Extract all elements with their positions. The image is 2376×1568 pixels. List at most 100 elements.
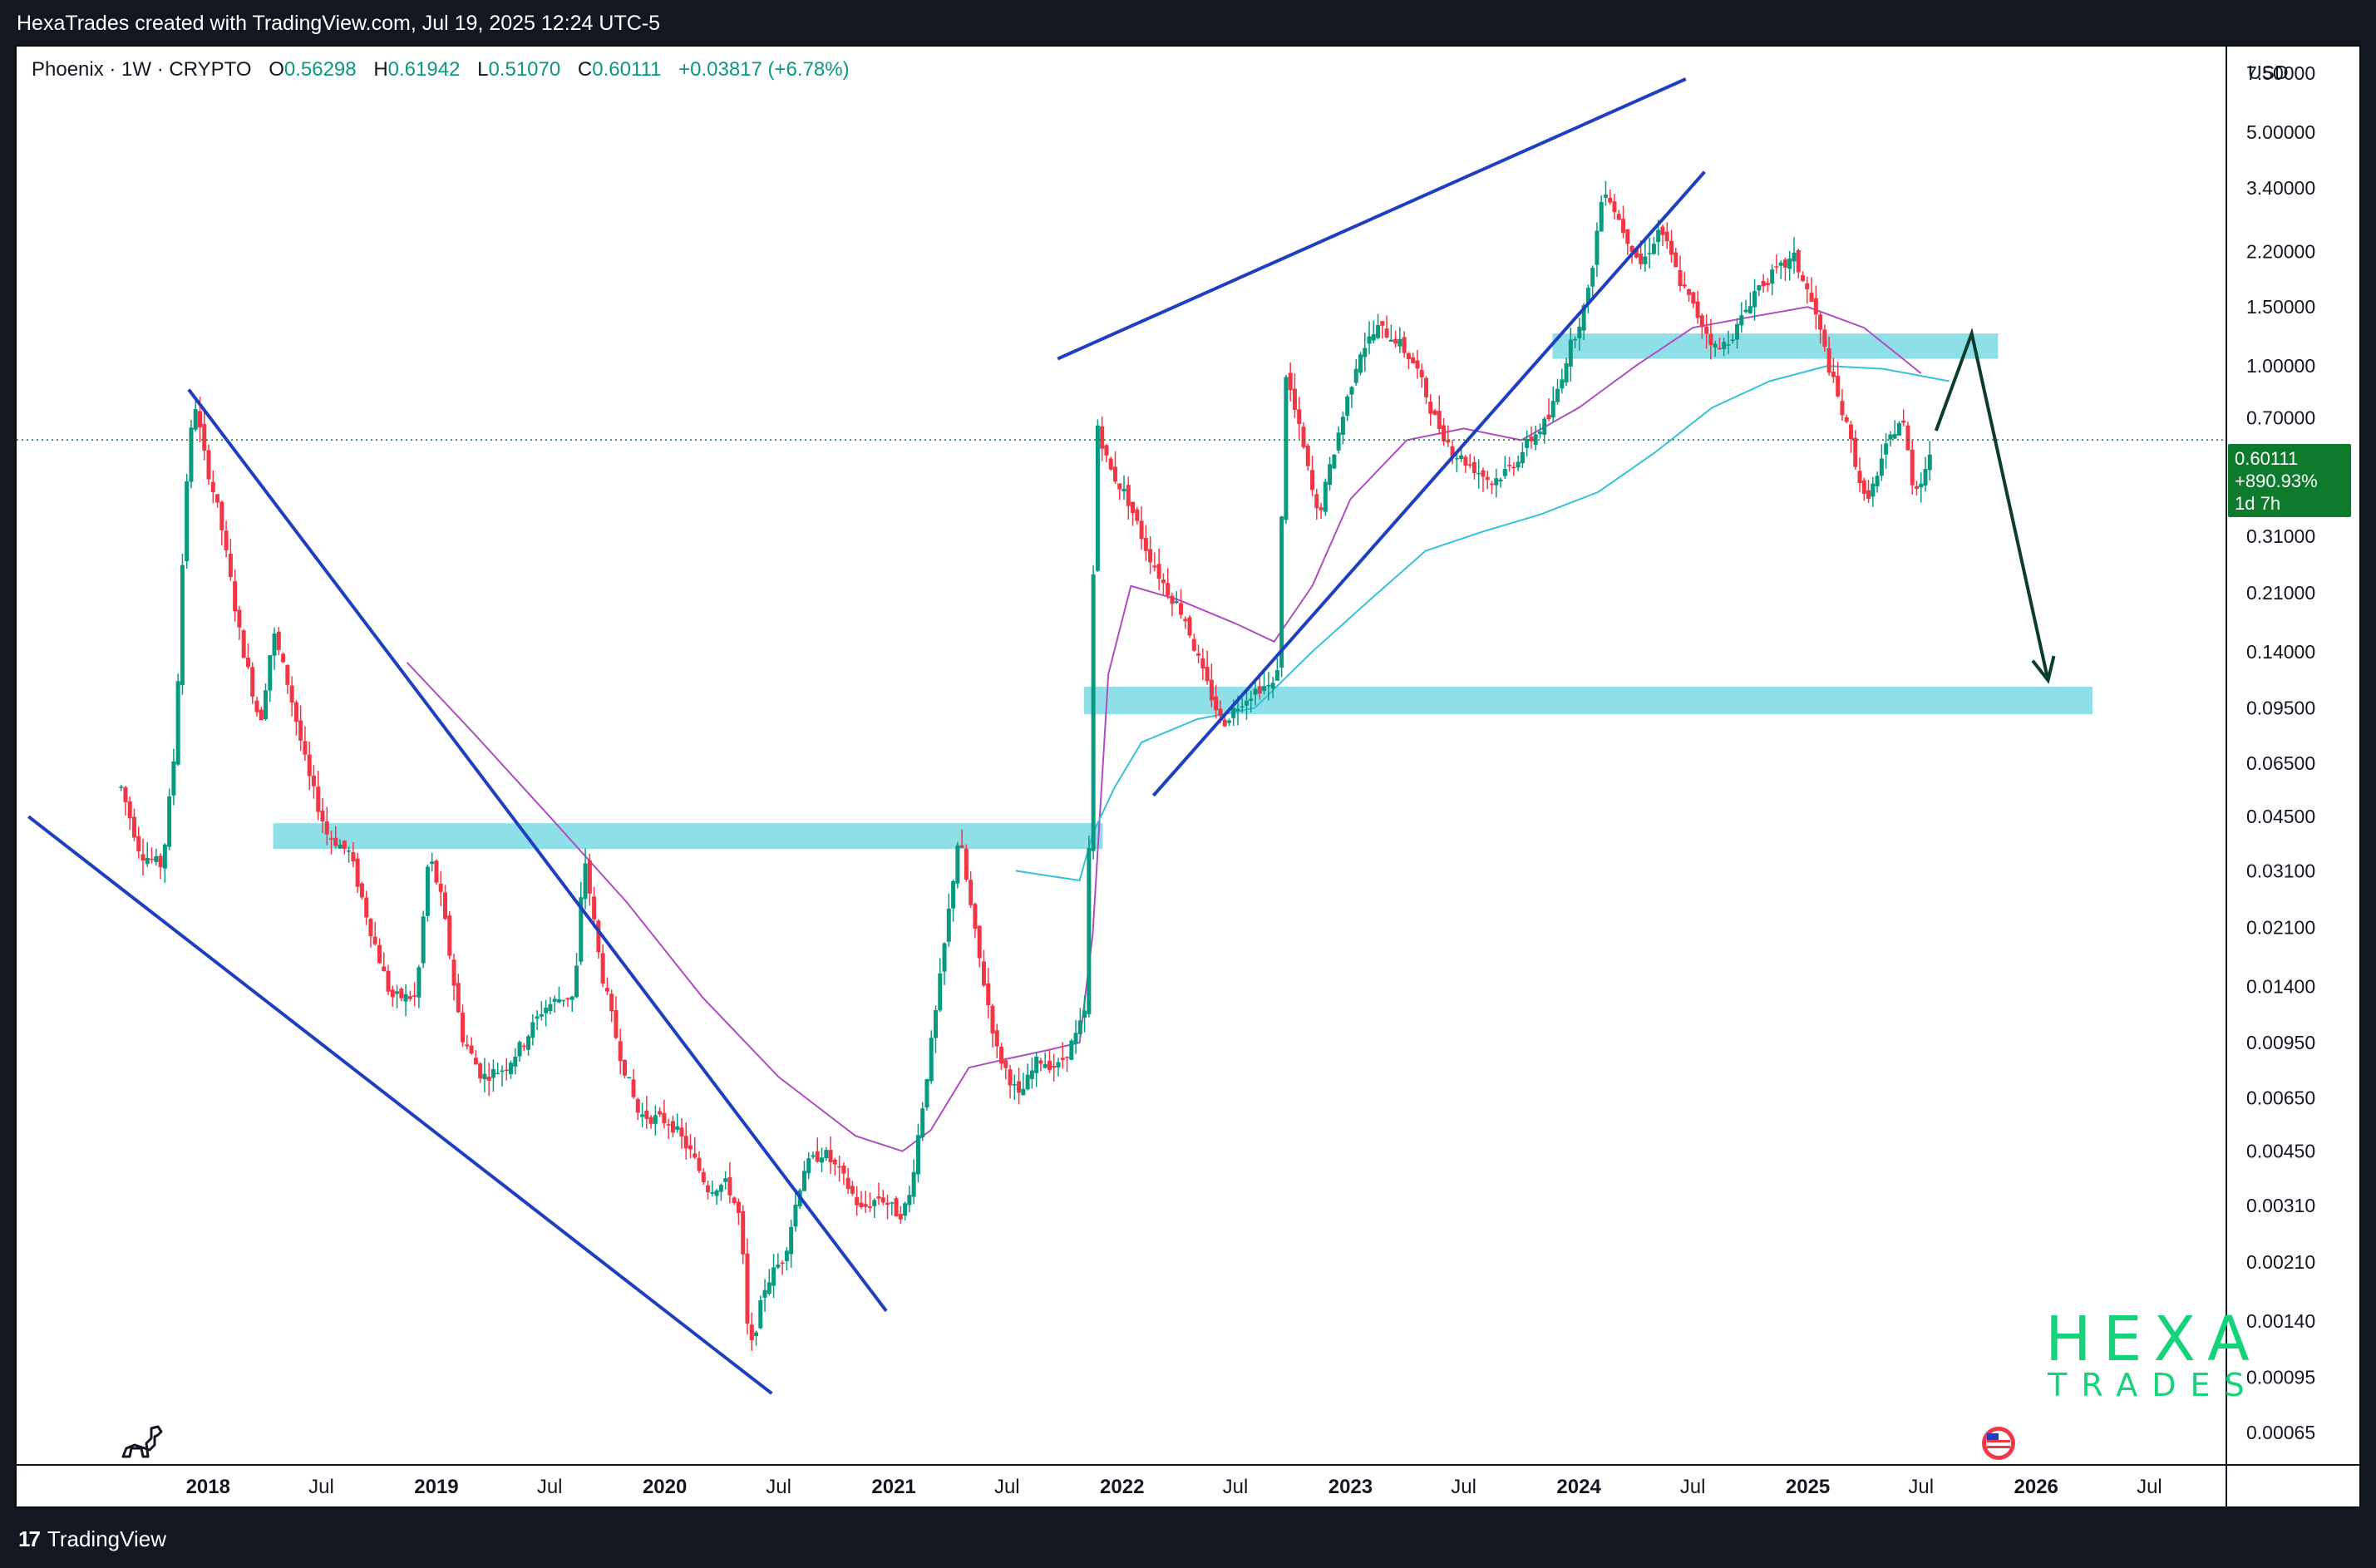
candle-body [583, 863, 588, 900]
us-flag-icon[interactable] [1982, 1427, 2015, 1460]
time-tick-label: Jul [766, 1476, 791, 1498]
candle-body [732, 1197, 737, 1204]
candle-body [653, 1115, 658, 1124]
candle-body [333, 837, 338, 846]
candle-body [867, 1206, 872, 1208]
candle-body [1861, 480, 1866, 495]
candle-body [1082, 1010, 1087, 1018]
candle-body [1371, 334, 1376, 341]
candle-body [697, 1157, 702, 1171]
candle-body [544, 1008, 549, 1013]
candle-body [1187, 617, 1192, 636]
candle-body [1345, 396, 1350, 417]
candle-body [1297, 409, 1302, 424]
candle-body [859, 1202, 864, 1207]
candle-body [710, 1191, 715, 1194]
candle-body [1612, 201, 1617, 213]
candle-body [1901, 420, 1906, 423]
candle-body [131, 816, 136, 838]
candle-body [535, 1016, 540, 1019]
candle-body [749, 1324, 754, 1340]
candle-body [679, 1127, 684, 1137]
candle-body [1687, 288, 1692, 295]
dinosaur-icon[interactable] [121, 1425, 163, 1458]
candle-body [907, 1195, 912, 1206]
price-tick-label: 0.03100 [2246, 860, 2315, 881]
candle-body [377, 944, 382, 964]
candle-body [1214, 696, 1219, 711]
candle-body [969, 880, 974, 905]
currency-selector[interactable]: USD [2248, 62, 2289, 84]
candle-body [1279, 516, 1284, 668]
candle-body [1393, 338, 1398, 344]
ma-cyan-line [1015, 365, 1950, 882]
candle-body [1139, 520, 1144, 540]
candle-body [390, 989, 395, 998]
candle-body [228, 553, 233, 578]
symbol-name[interactable]: Phoenix · 1W · CRYPTO [32, 58, 252, 81]
candle-body [1131, 501, 1136, 513]
high-value: 0.61942 [387, 58, 461, 81]
candle-body [1813, 298, 1818, 315]
candle-body [592, 896, 597, 920]
candle-body [347, 851, 352, 852]
candle-body [1112, 466, 1117, 482]
candle-body [399, 989, 404, 998]
candle-body [1787, 258, 1792, 269]
candle-body [1349, 387, 1354, 395]
candle-body [1529, 436, 1534, 441]
candle-body [915, 1135, 920, 1175]
price-axis-labels[interactable]: 7.500005.000003.400002.200001.500001.000… [2246, 62, 2315, 1443]
candle-body [495, 1072, 500, 1075]
candle-body [285, 664, 290, 685]
price-chart[interactable]: 7.500005.000003.400002.200001.500001.000… [17, 47, 2359, 1506]
time-axis-labels[interactable]: 2018 Jul 2019 Jul 2020 Jul 2021 Jul 2022 Jul 2023 J… [186, 1476, 2162, 1498]
candle-body [412, 995, 417, 997]
candle-body [1848, 424, 1853, 440]
candle-body [259, 709, 264, 721]
candle-body [1761, 281, 1766, 287]
candle-body [894, 1198, 899, 1217]
time-tick-label: 2019 [414, 1476, 458, 1498]
time-tick-label: 2020 [643, 1476, 687, 1498]
candle-body [1363, 348, 1368, 357]
candle-body [1056, 1062, 1061, 1068]
candle-body [604, 988, 609, 992]
price-tick-label: 0.14000 [2246, 641, 2315, 663]
candle-body [1722, 342, 1727, 350]
time-tick-label: Jul [1908, 1476, 1934, 1498]
zone-2 [1552, 333, 1999, 359]
candle-body [801, 1171, 806, 1191]
candle-body [473, 1058, 478, 1065]
candle-body [811, 1155, 816, 1157]
chart-area[interactable]: 7.50000 5.00000 3.40000 2.20000 1.50000 1.000… [15, 45, 2361, 1508]
candle-body [254, 700, 259, 713]
candle-body [1770, 269, 1775, 284]
time-tick-label: 2018 [186, 1476, 230, 1498]
candle-body [1844, 417, 1849, 422]
price-tick-label: 3.40000 [2246, 177, 2315, 199]
tradingview-brand[interactable]: 17 TradingView [18, 1526, 166, 1552]
candle-body [718, 1185, 723, 1192]
candle-body [407, 996, 412, 999]
trendline-0 [27, 815, 773, 1395]
candle-body [185, 481, 190, 561]
time-tick-label: 2021 [871, 1476, 915, 1498]
candle-body [1695, 301, 1700, 318]
candle-body [627, 1077, 632, 1079]
candle-body [1121, 488, 1126, 492]
candle-body [197, 411, 202, 428]
candle-body [569, 996, 574, 1000]
candle-body [924, 1079, 929, 1107]
candle-body [1191, 639, 1196, 651]
candle-body [1423, 377, 1428, 397]
candle-body [307, 754, 312, 777]
time-tick-label: Jul [1680, 1476, 1706, 1498]
candle-body [1577, 326, 1582, 338]
candle-body [1288, 372, 1293, 391]
candle-body [316, 786, 321, 812]
candle-body [1319, 507, 1324, 510]
top-caption-bar: HexaTrades created with TradingView.com,… [0, 0, 2376, 45]
candle-body [1003, 1060, 1008, 1068]
candle-body [1384, 328, 1389, 338]
